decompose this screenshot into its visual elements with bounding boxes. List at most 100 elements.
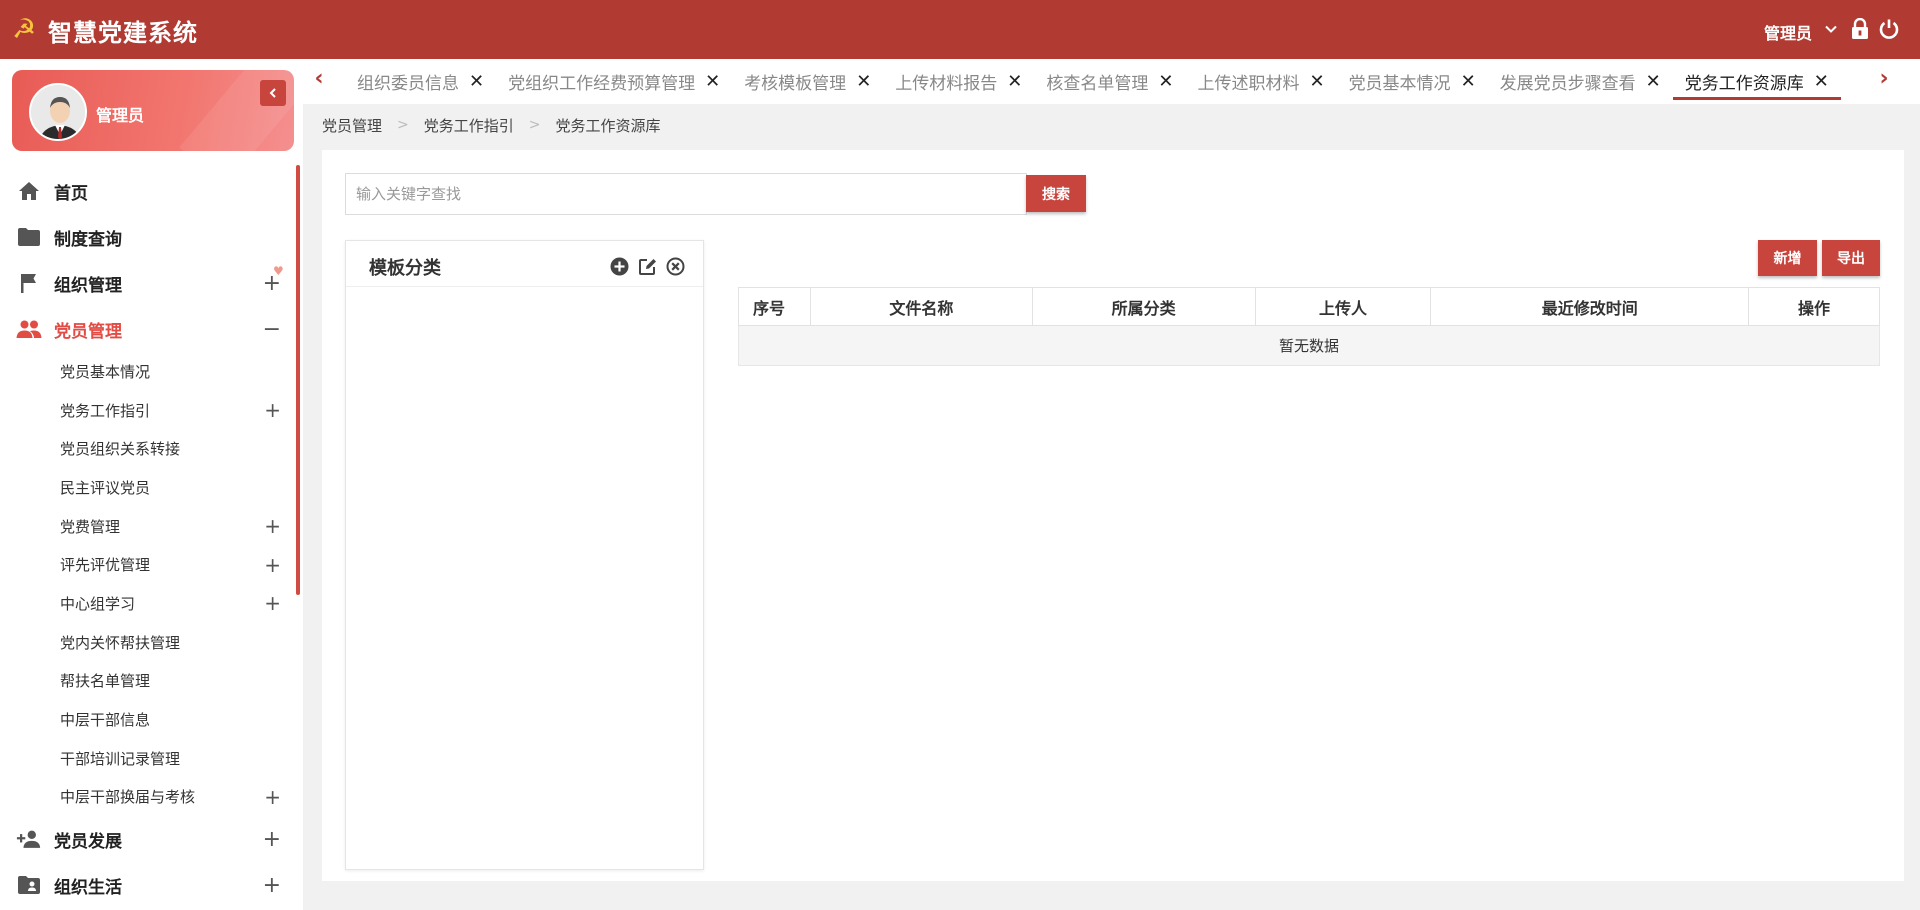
sidebar-subitem-label: 中心组学习 [60, 594, 136, 613]
search-button[interactable]: 搜索 [1026, 175, 1086, 212]
add-circle-icon[interactable] [609, 256, 629, 276]
sidebar-item-label: 制度查询 [54, 229, 122, 250]
sidebar-subitem-label: 党务工作指引 [60, 401, 151, 420]
edit-icon[interactable] [637, 256, 657, 276]
sidebar-subitem-label: 民主评议党员 [60, 478, 151, 497]
sidebar-subitem-label: 党员组织关系转接 [60, 440, 181, 459]
sidebar-subitem-group-study[interactable]: 中心组学习 + [0, 584, 295, 623]
tab-upload-report[interactable]: 上传材料报告 ✕ [883, 59, 1034, 104]
delete-circle-icon[interactable] [665, 256, 685, 276]
expand-toggle[interactable]: + [264, 398, 281, 422]
sidebar-item-label: 组织管理 [54, 275, 122, 296]
tab-label: 上传材料报告 [895, 74, 998, 94]
close-icon[interactable]: ✕ [469, 71, 484, 92]
column-header[interactable]: 序号 [738, 287, 811, 326]
breadcrumb-item[interactable]: 党员管理 [322, 115, 382, 136]
sidebar-item-development[interactable]: 党员发展 + [0, 816, 295, 862]
avatar [29, 83, 87, 141]
sidebar-item-members[interactable]: 党员管理 − [0, 306, 295, 352]
column-header[interactable]: 操作 [1748, 287, 1880, 326]
main-content: 搜索 模板分类 新增 导出 序号 文件名称 所属分类 上传人 最近修改时间 操 [322, 150, 1904, 881]
user-profile-card: 管理员 [12, 70, 294, 151]
tab-check-list[interactable]: 核查名单管理 ✕ [1034, 59, 1185, 104]
tab-upload-debrief[interactable]: 上传述职材料 ✕ [1185, 59, 1336, 104]
column-header[interactable]: 文件名称 [809, 287, 1033, 326]
breadcrumb-item[interactable]: 党务工作指引 [424, 115, 514, 136]
panel-title: 模板分类 [369, 258, 441, 279]
table-row-empty: 暂无数据 [738, 325, 1880, 366]
sidebar-subitem-relation-transfer[interactable]: 党员组织关系转接 [0, 429, 295, 468]
close-icon[interactable]: ✕ [705, 71, 720, 92]
close-icon[interactable]: ✕ [1309, 71, 1324, 92]
expand-toggle[interactable]: + [264, 785, 281, 809]
sidebar-subitem-work-guide[interactable]: 党务工作指引 + [0, 391, 295, 430]
home-icon [16, 178, 42, 204]
expand-toggle[interactable]: + [263, 271, 281, 296]
sidebar-subitem-help-list[interactable]: 帮扶名单管理 [0, 662, 295, 701]
sidebar-collapse-button[interactable] [260, 80, 286, 106]
close-icon[interactable]: ✕ [1007, 71, 1022, 92]
sidebar-subitem-democratic-review[interactable]: 民主评议党员 [0, 468, 295, 507]
tabs-scroll-left-icon[interactable]: ‹ [309, 67, 329, 91]
chevron-down-icon[interactable] [1818, 16, 1844, 42]
sidebar-subitem-cadre-info[interactable]: 中层干部信息 [0, 700, 295, 739]
sidebar-subitem-label: 评先评优管理 [60, 556, 151, 575]
sidebar-item-label: 党员发展 [54, 831, 122, 852]
close-icon[interactable]: ✕ [1461, 71, 1476, 92]
folder-person-icon [16, 872, 42, 898]
collapse-toggle[interactable]: − [263, 317, 281, 342]
template-category-panel: 模板分类 [345, 240, 704, 870]
expand-toggle[interactable]: + [264, 591, 281, 615]
people-icon [16, 316, 42, 342]
sidebar-menu: 首页 制度查询 组织管理 ♥ + 党员管理 − 党员基本情况 党务工作指引 + … [0, 168, 295, 908]
column-header[interactable]: 最近修改时间 [1430, 287, 1750, 326]
column-header[interactable]: 上传人 [1254, 287, 1432, 326]
sidebar-scrollbar[interactable] [296, 165, 300, 595]
sidebar-item-label: 首页 [54, 183, 88, 204]
tab-member-basic[interactable]: 党员基本情况 ✕ [1337, 59, 1488, 104]
app-title: 智慧党建系统 [48, 18, 198, 47]
sidebar-subitem-dues[interactable]: 党费管理 + [0, 507, 295, 546]
breadcrumb-separator: > [397, 117, 409, 133]
sidebar-item-policy[interactable]: 制度查询 [0, 214, 295, 260]
tab-org-committee[interactable]: 组织委员信息 ✕ [345, 59, 496, 104]
expand-toggle[interactable]: + [263, 827, 281, 852]
resource-table: 序号 文件名称 所属分类 上传人 最近修改时间 操作 暂无数据 [738, 287, 1880, 366]
expand-toggle[interactable]: + [264, 553, 281, 577]
expand-toggle[interactable]: + [263, 873, 281, 898]
sidebar-item-org-life[interactable]: 组织生活 + [0, 862, 295, 908]
lock-icon[interactable] [1847, 16, 1873, 42]
export-button[interactable]: 导出 [1822, 240, 1880, 276]
sidebar-subitem-cadre-training[interactable]: 干部培训记录管理 [0, 739, 295, 778]
tabs-scroll-right-icon[interactable]: › [1874, 67, 1894, 91]
tab-assessment-template[interactable]: 考核模板管理 ✕ [732, 59, 883, 104]
sidebar-subitem-care[interactable]: 党内关怀帮扶管理 [0, 623, 295, 662]
tab-label: 上传述职材料 [1197, 74, 1300, 94]
add-button[interactable]: 新增 [1758, 240, 1817, 276]
column-header[interactable]: 所属分类 [1031, 287, 1256, 326]
search-input[interactable] [345, 173, 1027, 215]
close-icon[interactable]: ✕ [1158, 71, 1173, 92]
breadcrumb-separator: > [528, 117, 541, 133]
expand-toggle[interactable]: + [264, 514, 281, 538]
profile-name: 管理员 [96, 106, 145, 125]
tab-label: 党组织工作经费预算管理 [508, 74, 696, 94]
sidebar-subitem-awards[interactable]: 评先评优管理 + [0, 545, 295, 584]
sidebar-item-org[interactable]: 组织管理 ♥ + [0, 260, 295, 306]
breadcrumb: 党员管理 > 党务工作指引 > 党务工作资源库 [322, 114, 661, 136]
tab-label: 组织委员信息 [357, 74, 459, 94]
brand: ☭ 智慧党建系统 [12, 14, 198, 47]
sidebar-subitem-label: 干部培训记录管理 [60, 749, 181, 768]
tab-budget[interactable]: 党组织工作经费预算管理 ✕ [496, 59, 732, 104]
sidebar-subitem-cadre-review[interactable]: 中层干部换届与考核 + [0, 778, 295, 817]
flag-icon [16, 270, 42, 296]
sidebar-subitem-member-basic[interactable]: 党员基本情况 [0, 352, 295, 391]
close-icon[interactable]: ✕ [856, 71, 871, 92]
tab-development-steps[interactable]: 发展党员步骤查看 ✕ [1488, 59, 1673, 104]
tab-resource-library[interactable]: 党务工作资源库 ✕ [1672, 59, 1841, 104]
power-icon[interactable] [1876, 16, 1902, 42]
sidebar-item-home[interactable]: 首页 [0, 168, 295, 214]
current-user-label[interactable]: 管理员 [1764, 20, 1812, 44]
close-icon[interactable]: ✕ [1814, 71, 1829, 92]
close-icon[interactable]: ✕ [1646, 71, 1661, 92]
